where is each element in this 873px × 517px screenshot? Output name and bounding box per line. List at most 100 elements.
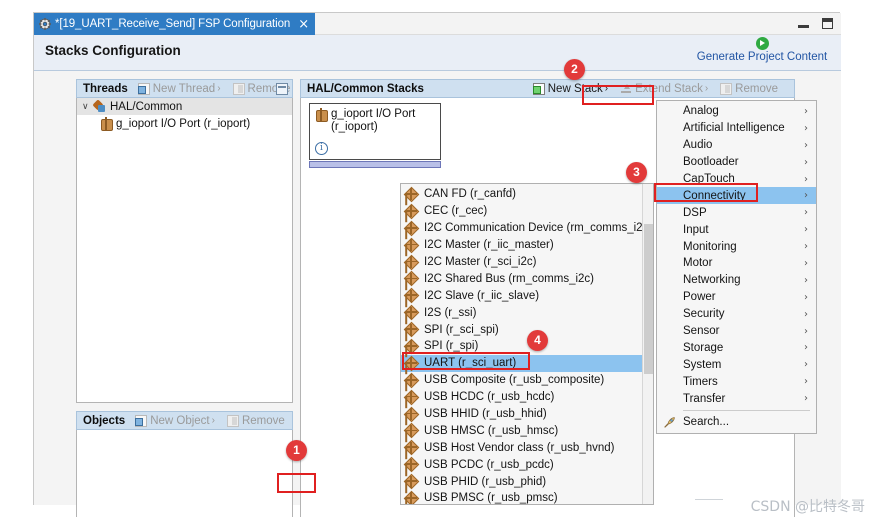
chevron-right-icon: › [804, 139, 808, 151]
driver-item-i2c-master-iic[interactable]: I2C Master (r_iic_master) [401, 237, 642, 254]
editor-tab-fsp-configuration[interactable]: *[19_UART_Receive_Send] FSP Configuratio… [34, 13, 316, 35]
driver-label: CEC (r_cec) [424, 205, 488, 218]
close-icon[interactable]: × [298, 18, 309, 31]
menu-item-label: Search... [683, 416, 730, 429]
driver-item-i2c-slave[interactable]: I2C Slave (r_iic_slave) [401, 287, 642, 304]
menu-item-label: Transfer [683, 392, 726, 405]
chevron-right-icon: › [804, 376, 808, 388]
driver-list-scrollbar[interactable] [642, 184, 653, 504]
menu-item-search[interactable]: Search... [657, 414, 816, 431]
menu-item-security[interactable]: Security › [657, 306, 816, 323]
maximize-icon[interactable] [822, 18, 833, 29]
tree-item-g-ioport[interactable]: g_ioport I/O Port (r_ioport) [77, 115, 292, 132]
menu-item-artificial-intelligence[interactable]: Artificial Intelligence › [657, 120, 816, 137]
menu-item-transfer[interactable]: Transfer › [657, 390, 816, 407]
stacks-panel-toolbar: New Stack › Extend Stack › Remove [532, 80, 790, 97]
scrollbar-thumb[interactable] [644, 224, 653, 374]
menu-item-audio[interactable]: Audio › [657, 137, 816, 154]
module-diamond-icon [405, 188, 418, 201]
menu-item-label: Sensor [683, 325, 720, 338]
driver-label: USB PHID (r_usb_phid) [424, 475, 547, 488]
driver-label: USB PCDC (r_usb_pcdc) [424, 458, 554, 471]
driver-item-spi-sci[interactable]: SPI (r_sci_spi) [401, 321, 642, 338]
driver-item-cec[interactable]: CEC (r_cec) [401, 203, 642, 220]
remove-object-button[interactable]: Remove [226, 414, 285, 427]
new-object-button[interactable]: New Object › [135, 414, 215, 427]
driver-label: SPI (r_spi) [424, 340, 479, 353]
driver-item-i2c-shared-bus[interactable]: I2C Shared Bus (rm_comms_i2c) [401, 270, 642, 287]
menu-item-motor[interactable]: Motor › [657, 255, 816, 272]
tree-item-hal-common[interactable]: ∨ HAL/Common [77, 98, 292, 115]
driver-label: USB Host Vendor class (r_usb_hvnd) [424, 441, 615, 454]
chevron-down-icon[interactable]: ∨ [82, 102, 93, 112]
menu-item-connectivity[interactable]: Connectivity › [657, 187, 816, 205]
new-stack-category-menu[interactable]: Analog › Artificial Intelligence › Audio… [656, 100, 817, 434]
objects-list[interactable] [76, 430, 293, 517]
menu-item-captouch[interactable]: CapTouch › [657, 171, 816, 188]
driver-item-usb-hmsc[interactable]: USB HMSC (r_usb_hmsc) [401, 422, 642, 439]
chevron-right-icon: › [804, 224, 808, 236]
chevron-right-icon: › [804, 105, 808, 117]
driver-item-spi[interactable]: SPI (r_spi) [401, 338, 642, 355]
stack-module-g-ioport[interactable]: g_ioport I/O Port (r_ioport) i [309, 103, 441, 160]
minimize-icon[interactable] [798, 24, 809, 28]
generate-project-content-button[interactable]: Generate Project Content [686, 35, 838, 70]
editor-tab-strip: *[19_UART_Receive_Send] FSP Configuratio… [34, 13, 841, 35]
extend-stack-button[interactable]: Extend Stack › [620, 83, 708, 95]
tree-item-label: HAL/Common [110, 100, 183, 113]
menu-item-storage[interactable]: Storage › [657, 339, 816, 356]
new-stack-button[interactable]: New Stack › [532, 82, 608, 95]
menu-item-label: Timers [683, 375, 718, 388]
driver-item-usb-hhid[interactable]: USB HHID (r_usb_hhid) [401, 406, 642, 423]
driver-item-usb-pmsc[interactable]: USB PMSC (r_usb_pmsc) [401, 490, 642, 504]
menu-item-timers[interactable]: Timers › [657, 373, 816, 390]
chevron-right-icon: › [211, 415, 215, 426]
driver-item-i2c-master-sci[interactable]: I2C Master (r_sci_i2c) [401, 254, 642, 271]
extend-stack-label: Extend Stack [635, 82, 703, 95]
menu-item-dsp[interactable]: DSP › [657, 204, 816, 221]
menu-item-system[interactable]: System › [657, 356, 816, 373]
menu-separator [683, 410, 810, 412]
chevron-right-icon: › [804, 241, 808, 253]
driver-item-i2c-communication-device[interactable]: I2C Communication Device (rm_comms_i2c) [401, 220, 652, 237]
menu-item-power[interactable]: Power › [657, 289, 816, 306]
module-icon [314, 108, 328, 122]
driver-item-usb-composite[interactable]: USB Composite (r_usb_composite) [401, 372, 642, 389]
driver-list: CAN FD (r_canfd) CEC (r_cec) I2C Communi… [401, 186, 652, 504]
new-thread-button[interactable]: New Thread › [137, 82, 221, 95]
chevron-right-icon: › [217, 83, 221, 94]
module-diamond-icon [405, 272, 418, 285]
driver-item-can-fd[interactable]: CAN FD (r_canfd) [401, 186, 642, 203]
driver-item-usb-host-vendor-class[interactable]: USB Host Vendor class (r_usb_hvnd) [401, 439, 642, 456]
menu-item-networking[interactable]: Networking › [657, 272, 816, 289]
menu-item-monitoring[interactable]: Monitoring › [657, 238, 816, 255]
menu-item-analog[interactable]: Analog › [657, 103, 816, 120]
chevron-right-icon: › [804, 308, 808, 320]
driver-item-usb-pcdc[interactable]: USB PCDC (r_usb_pcdc) [401, 456, 642, 473]
driver-label: SPI (r_sci_spi) [424, 323, 499, 336]
remove-stack-button[interactable]: Remove [720, 82, 778, 95]
chevron-right-icon: › [804, 291, 808, 303]
remove-icon [720, 82, 733, 95]
stacks-panel-header: HAL/Common Stacks New Stack › Extend Sta… [300, 79, 795, 98]
menu-item-label: System [683, 358, 722, 371]
annotation-badge-4: 4 [527, 330, 548, 351]
driver-item-i2s[interactable]: I2S (r_ssi) [401, 304, 642, 321]
driver-item-usb-hcdc[interactable]: USB HCDC (r_usb_hcdc) [401, 389, 642, 406]
driver-label: I2C Communication Device (rm_comms_i2c) [424, 222, 653, 235]
annotation-badge-3: 3 [626, 162, 647, 183]
driver-item-usb-phid[interactable]: USB PHID (r_usb_phid) [401, 473, 642, 490]
threads-tree[interactable]: ∨ HAL/Common g_ioport I/O Port (r_ioport… [76, 98, 293, 403]
info-icon[interactable]: i [315, 142, 328, 155]
chevron-right-icon: › [804, 325, 808, 337]
menu-item-bootloader[interactable]: Bootloader › [657, 154, 816, 171]
module-diamond-icon [405, 391, 418, 404]
driver-label: I2S (r_ssi) [424, 306, 477, 319]
remove-icon [232, 82, 245, 95]
menu-item-input[interactable]: Input › [657, 221, 816, 238]
threads-panel-header: Threads New Thread › Remove [76, 79, 293, 98]
thread-icon [93, 100, 106, 113]
collapse-all-icon[interactable] [276, 83, 288, 95]
menu-item-sensor[interactable]: Sensor › [657, 323, 816, 340]
driver-item-uart[interactable]: UART (r_sci_uart) [401, 354, 642, 372]
